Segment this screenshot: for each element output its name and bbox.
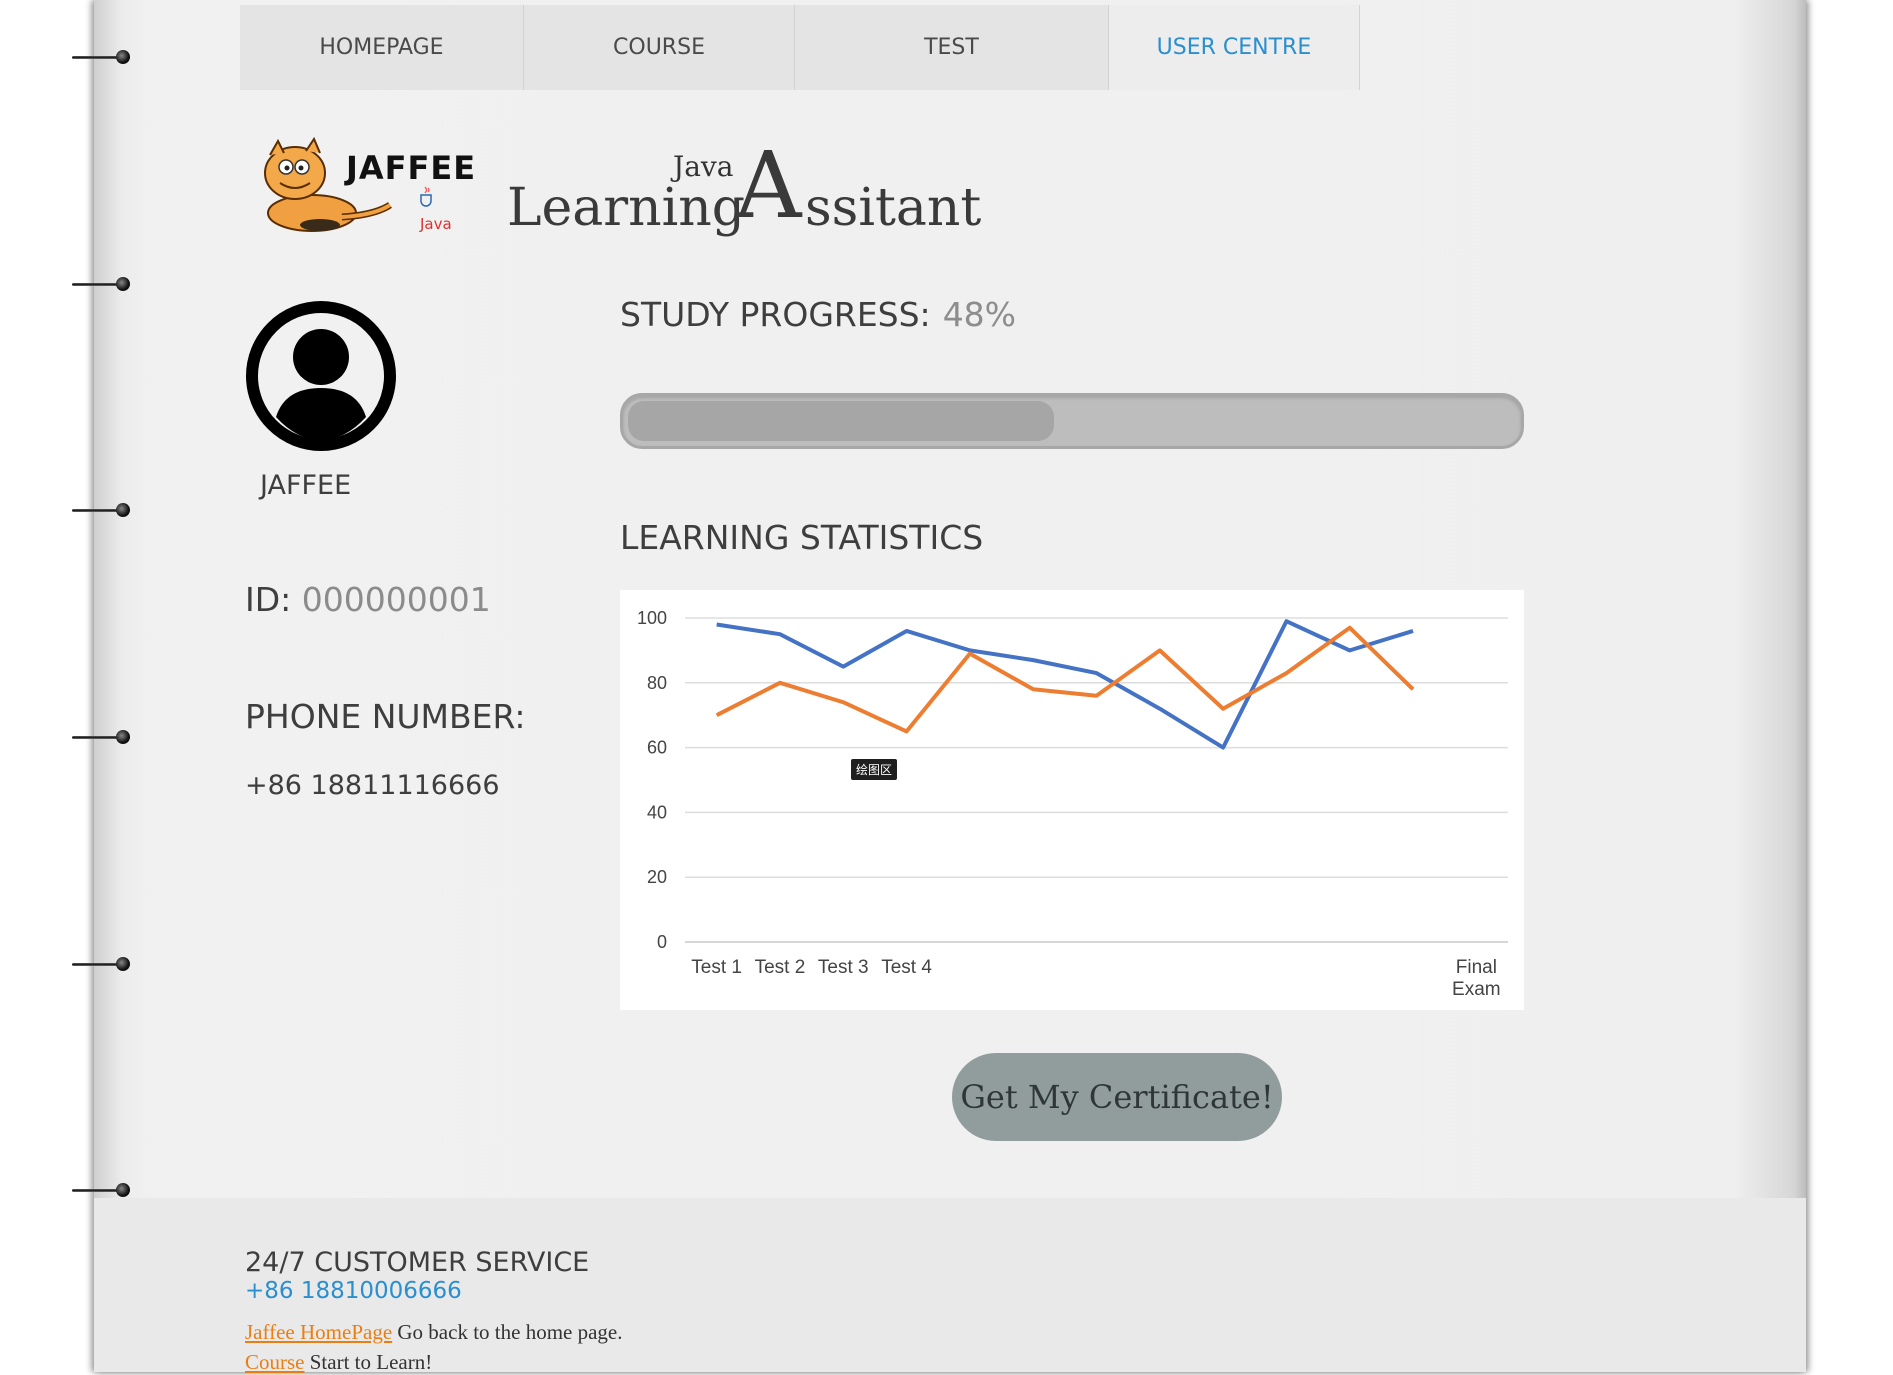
learning-chart[interactable]: 0 20 40 60 80 100 Test 1 Test 2 Test 3 Test 4 Fina… (620, 590, 1524, 1010)
user-avatar-icon (245, 300, 397, 452)
jaffee-logo[interactable]: JAFFEE Java (250, 135, 482, 240)
x-tick-label: Test 3 (818, 957, 869, 978)
progress-percent: 48% (943, 295, 1016, 334)
x-tick-label: Test 2 (755, 957, 806, 978)
java-cup-icon (418, 185, 434, 207)
binder-ring (72, 50, 134, 64)
user-id: ID: 000000001 (245, 580, 491, 619)
nav-homepage[interactable]: HOMEPAGE (240, 5, 524, 90)
progress-title: STUDY PROGRESS: (620, 295, 931, 334)
get-certificate-button[interactable]: Get My Certificate! (952, 1053, 1282, 1141)
binder-ring (72, 1183, 134, 1197)
nav-user-centre[interactable]: USER CENTRE (1109, 5, 1360, 90)
phone-value: +86 18811116666 (245, 770, 500, 801)
brand-big-a: A (735, 140, 801, 232)
series-line-1 (717, 621, 1413, 747)
nav-course[interactable]: COURSE (524, 5, 795, 90)
y-tick-label: 20 (647, 867, 667, 887)
progress-bar (620, 393, 1524, 449)
app-brand-title: Java Learning A ssitant (505, 140, 1005, 250)
binder-ring (72, 277, 134, 291)
customer-service-label: 24/7 CUSTOMER SERVICE (245, 1247, 589, 1278)
footer-text-homepage: Go back to the home page. (392, 1320, 622, 1344)
binder-ring (72, 730, 134, 744)
main-nav: HOMEPAGE COURSE TEST USER CENTRE (240, 5, 1360, 90)
username: JAFFEE (260, 470, 351, 501)
progress-fill (628, 401, 1054, 441)
brand-learning: Learning (507, 178, 745, 238)
footer-link-homepage[interactable]: Jaffee HomePage (245, 1320, 392, 1344)
customer-service-phone[interactable]: +86 18810006666 (245, 1278, 462, 1304)
nav-test[interactable]: TEST (795, 5, 1109, 90)
x-tick-label: Test 1 (691, 957, 742, 978)
x-tick-label: Exam (1452, 979, 1501, 1000)
footer-line-course: Course Start to Learn! (245, 1350, 432, 1375)
footer-line-home: Jaffee HomePage Go back to the home page… (245, 1320, 622, 1345)
series-line-2 (717, 628, 1413, 732)
study-progress-label: STUDY PROGRESS: 48% (620, 295, 1016, 334)
avatar[interactable] (245, 300, 397, 452)
id-label: ID: (245, 580, 291, 619)
y-tick-label: 100 (637, 608, 667, 628)
logo-text: JAFFEE (346, 149, 476, 187)
binder-ring (72, 957, 134, 971)
x-tick-label: Final (1456, 957, 1497, 978)
learning-statistics-label: LEARNING STATISTICS (620, 518, 983, 557)
y-tick-label: 0 (657, 932, 667, 952)
footer-link-course[interactable]: Course (245, 1350, 305, 1374)
plot-area-tooltip: 绘图区 (851, 759, 897, 780)
binder-ring (72, 503, 134, 517)
y-tick-label: 60 (647, 738, 667, 758)
y-tick-label: 40 (647, 802, 667, 822)
footer-text-course: Start to Learn! (305, 1350, 433, 1374)
x-tick-label: Test 4 (881, 957, 932, 978)
logo-sub: Java (420, 215, 452, 233)
phone-label: PHONE NUMBER: (245, 697, 526, 736)
line-chart: 0 20 40 60 80 100 Test 1 Test 2 Test 3 Test 4 Fina… (620, 590, 1524, 1010)
y-tick-label: 80 (647, 673, 667, 693)
id-value: 000000001 (302, 580, 491, 619)
brand-assitant: ssitant (805, 178, 981, 238)
